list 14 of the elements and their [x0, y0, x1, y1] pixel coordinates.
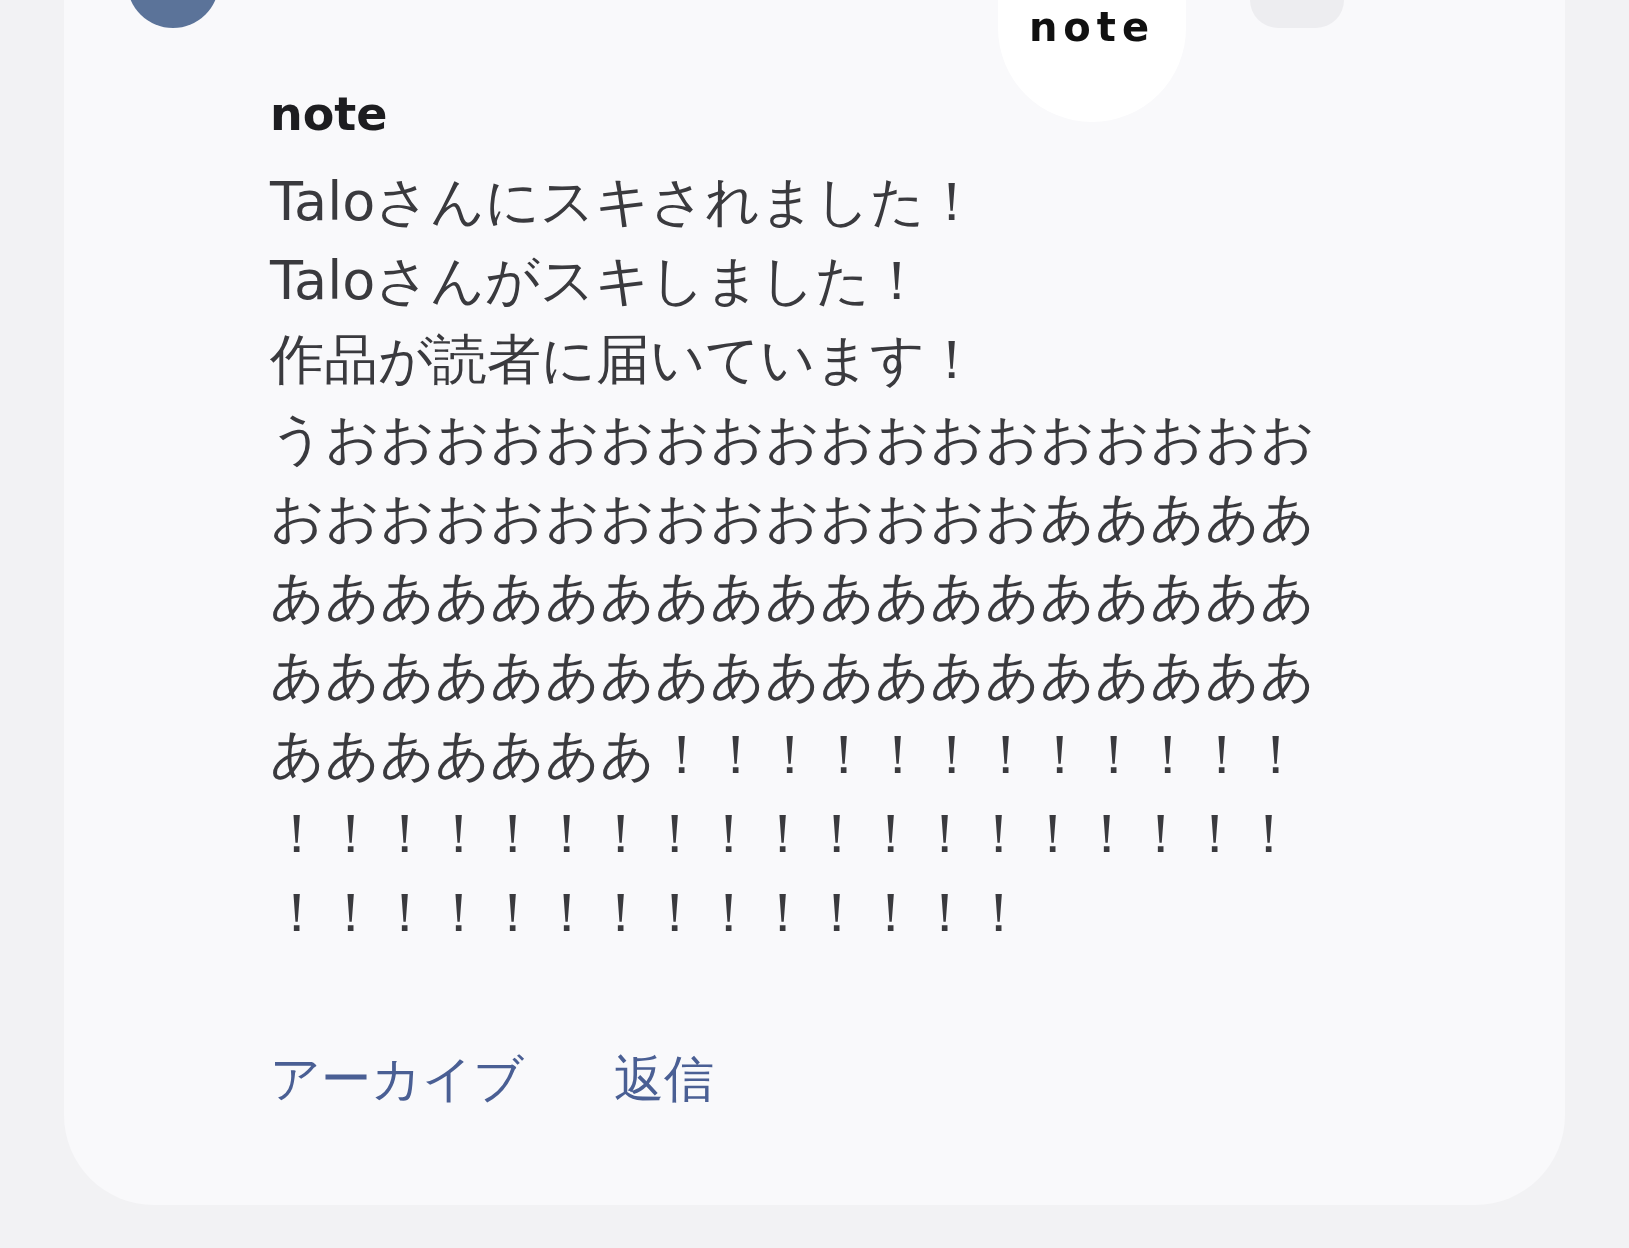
message-line: あああああああああああああああああああ — [270, 643, 1315, 709]
message-line: ！！！！！！！！！！！！！！！！！！！ — [270, 801, 1296, 867]
notification-title: note — [270, 86, 389, 143]
action-button[interactable]: 返信 — [614, 1044, 714, 1114]
app-logo: note — [998, 0, 1186, 122]
message-line: おおおおおおおおおおおおおおあああああ — [270, 485, 1315, 551]
message-line: あああああああああああああああああああ — [270, 564, 1315, 630]
message-line: あああああああ！！！！！！！！！！！！ — [270, 722, 1303, 788]
message-line: ！！！！！！！！！！！！！！ — [270, 880, 1026, 946]
message-line: うおおおおおおおおおおおおおおおおおお — [270, 406, 1315, 472]
message-line: Taloさんにスキされました！ — [270, 169, 980, 235]
message-line: Taloさんがスキしました！ — [270, 248, 925, 314]
message-line: 作品が読者に届いています！ — [270, 327, 979, 393]
action-button[interactable]: アーカイブ — [270, 1044, 524, 1114]
